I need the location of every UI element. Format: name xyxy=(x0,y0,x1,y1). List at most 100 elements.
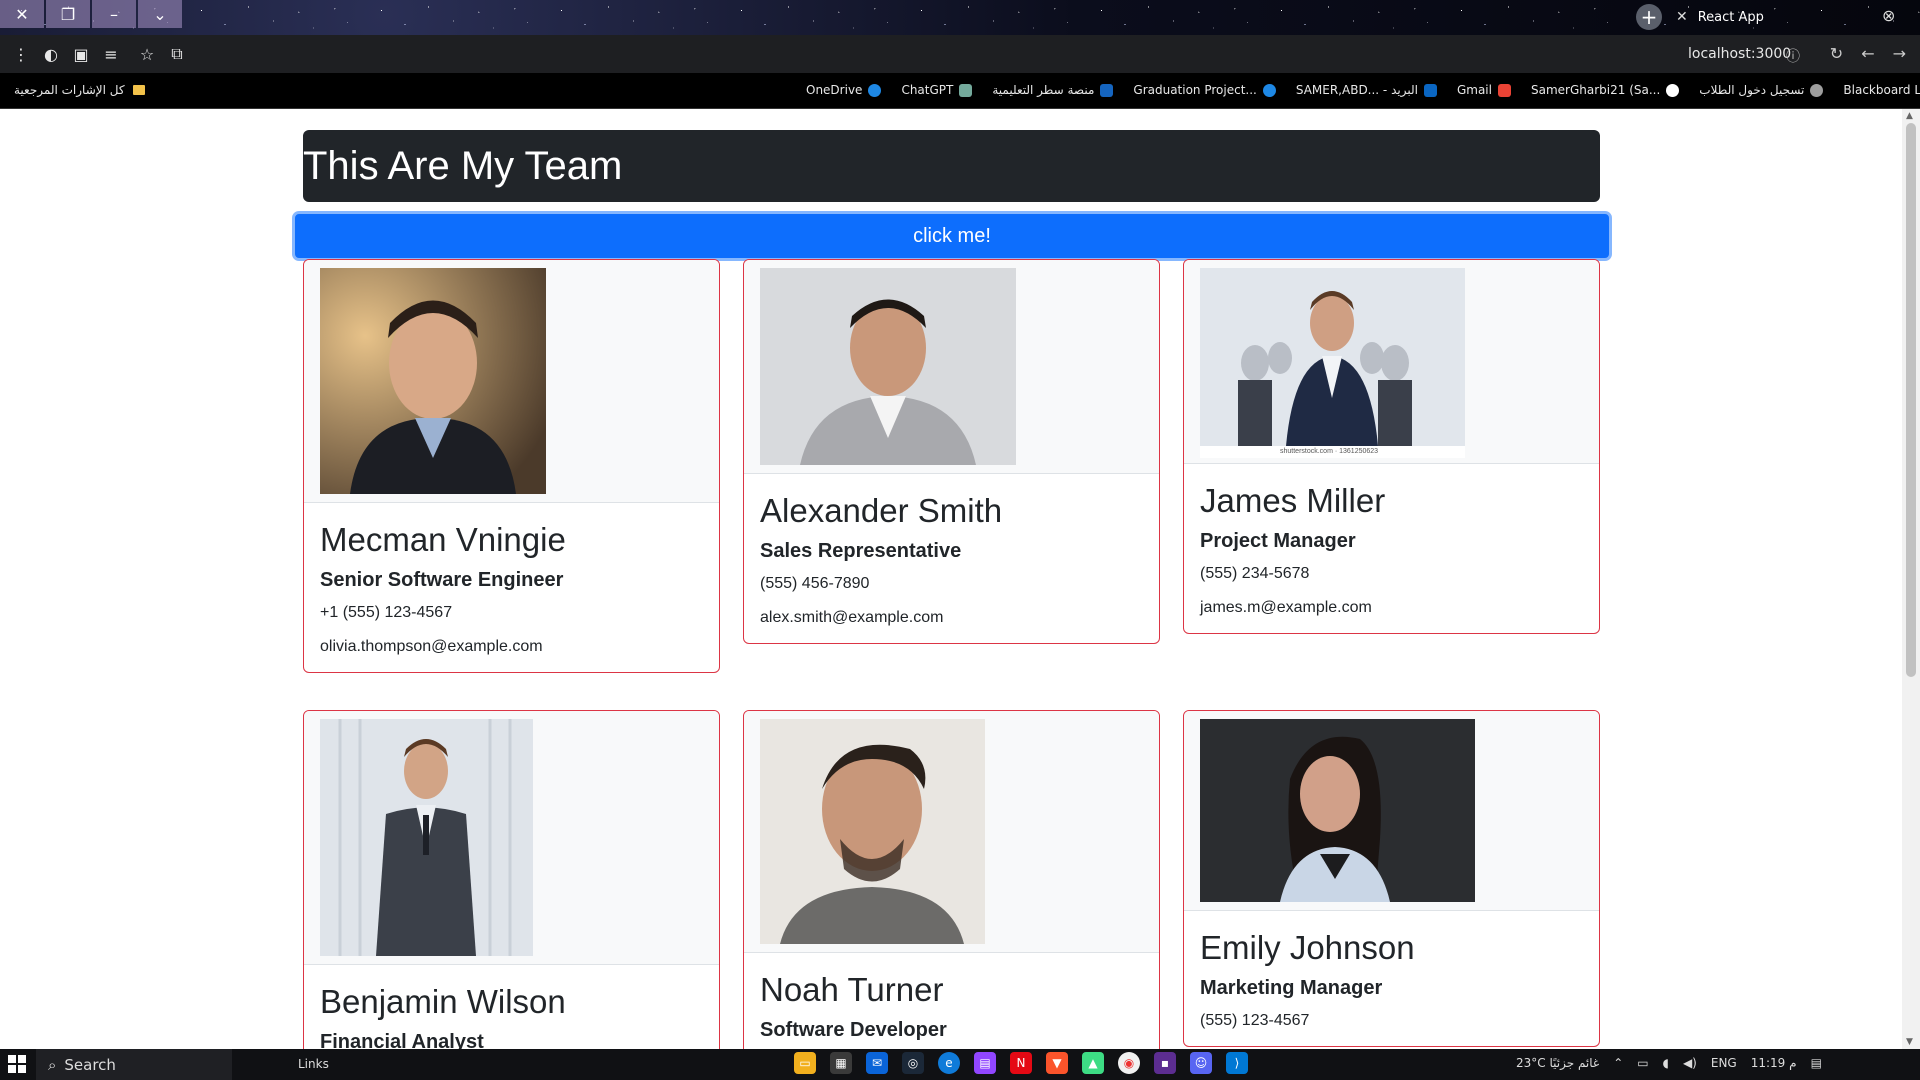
system-tray: 23°C غائم جزئيًا ⌃ ▭ ◖ ◀) ENG 11:19 م ▤ xyxy=(1516,1056,1822,1070)
member-name: Noah Turner xyxy=(760,971,944,1008)
card-image-area xyxy=(1184,711,1599,911)
team-card-james: shutterstock.com · 1361250623 James Mill… xyxy=(1183,259,1600,634)
click-me-button[interactable]: click me! xyxy=(292,211,1612,261)
close-icon[interactable]: ✕ xyxy=(0,0,44,28)
netflix-icon[interactable]: N xyxy=(1010,1052,1032,1074)
card-image-area xyxy=(304,260,719,503)
member-role: Financial Analyst xyxy=(320,1030,484,1049)
mail-icon[interactable]: ✉ xyxy=(866,1052,888,1074)
tabbar-background xyxy=(0,0,1920,35)
bookmark-chatgpt[interactable]: ChatGPT xyxy=(901,83,973,97)
bookmark-student-login[interactable]: تسجيل دخول الطلاب xyxy=(1699,83,1824,97)
bookmark-onedrive[interactable]: OneDrive xyxy=(806,83,882,97)
profile-icon[interactable]: ◐ xyxy=(36,45,66,64)
chevron-down-icon[interactable]: ⌄ xyxy=(138,0,182,28)
chevron-up-icon[interactable]: ⌃ xyxy=(1613,1056,1623,1070)
language-indicator[interactable]: ENG xyxy=(1711,1056,1737,1070)
member-email: olivia.thompson@example.com xyxy=(320,637,543,655)
edge-icon[interactable]: e xyxy=(938,1052,960,1074)
twitch-icon[interactable]: ▤ xyxy=(974,1052,996,1074)
card-image-area xyxy=(744,260,1159,474)
store-icon[interactable]: ▦ xyxy=(830,1052,852,1074)
tab-search-icon[interactable]: ⊗ xyxy=(1882,6,1895,25)
member-name: Emily Johnson xyxy=(1200,929,1415,966)
bookmark-label: SAMER,ABD... - البريد xyxy=(1295,83,1418,97)
team-card-emily: Emily Johnson Marketing Manager (555) 12… xyxy=(1183,710,1600,1047)
search-icon: ⌕ xyxy=(48,1055,57,1074)
taskbar-search[interactable]: ⌕ Search xyxy=(36,1049,232,1080)
back-icon[interactable]: ← xyxy=(1861,44,1874,63)
page-scrollbar[interactable]: ▲ ▼ xyxy=(1902,109,1920,1049)
clock[interactable]: 11:19 م xyxy=(1751,1056,1797,1070)
site-info-icon[interactable]: ⓘ xyxy=(1786,46,1800,66)
bookmark-list: OneDrive ChatGPT منصة سطر التعليمية Grad… xyxy=(806,83,1920,97)
android-studio-icon[interactable]: ▲ xyxy=(1082,1052,1104,1074)
file-explorer-icon[interactable]: ▭ xyxy=(794,1052,816,1074)
team-card-benjamin: Benjamin Wilson Financial Analyst xyxy=(303,710,720,1049)
profile-photo xyxy=(1200,719,1475,902)
profile-photo xyxy=(760,268,1016,465)
restore-icon[interactable]: ❐ xyxy=(46,0,90,28)
all-bookmarks-button[interactable]: كل الإشارات المرجعية xyxy=(14,83,145,97)
microphone-icon[interactable]: ◖ xyxy=(1663,1056,1669,1070)
bookmark-gmail[interactable]: Gmail xyxy=(1457,83,1511,97)
member-name: Alexander Smith xyxy=(760,492,1003,529)
bookmark-label: Blackboard Learn xyxy=(1843,83,1920,97)
card-body: Mecman Vningie Senior Software Engineer … xyxy=(304,503,719,672)
links-toolbar[interactable]: Links xyxy=(298,1057,329,1071)
team-card-alexander: Alexander Smith Sales Representative (55… xyxy=(743,259,1160,644)
all-bookmarks-label: كل الإشارات المرجعية xyxy=(14,83,125,97)
minimize-icon[interactable]: – xyxy=(92,0,136,28)
next-app-icon[interactable]: ▪ xyxy=(1154,1052,1176,1074)
vscode-icon[interactable]: ⟩ xyxy=(1226,1052,1248,1074)
tab-react-app[interactable]: ✕ React App xyxy=(1676,6,1764,28)
scroll-thumb[interactable] xyxy=(1906,123,1916,677)
weather-widget[interactable]: 23°C غائم جزئيًا xyxy=(1516,1056,1599,1070)
menu-dots-icon[interactable]: ⋮ xyxy=(6,45,36,64)
address-bar[interactable]: localhost:3000 xyxy=(1688,46,1791,62)
brave-icon[interactable]: ▼ xyxy=(1046,1052,1068,1074)
scroll-up-icon[interactable]: ▲ xyxy=(1906,111,1913,121)
reading-list-icon[interactable]: ≡ xyxy=(96,45,126,64)
page-title: This Are My Team xyxy=(303,130,1600,202)
page-viewport: This Are My Team click me! Mecman Vningi… xyxy=(0,109,1902,1049)
notifications-icon[interactable]: ▤ xyxy=(1811,1056,1822,1070)
reload-icon[interactable]: ↻ xyxy=(1830,44,1843,63)
member-name: James Miller xyxy=(1200,482,1386,519)
folder-icon xyxy=(132,85,145,95)
sidebar-icon[interactable]: ▣ xyxy=(66,45,96,64)
search-label: Search xyxy=(64,1055,116,1074)
bookmarks-bar: كل الإشارات المرجعية OneDrive ChatGPT من… xyxy=(0,73,1920,109)
new-tab-button[interactable]: + xyxy=(1636,4,1662,30)
browser-tab-bar: ✕ ❐ – ⌄ + ✕ React App ⊗ xyxy=(0,0,1920,35)
install-app-icon[interactable]: ⧉ xyxy=(162,44,192,64)
bookmark-satr[interactable]: منصة سطر التعليمية xyxy=(992,83,1114,97)
bookmark-blackboard[interactable]: Blackboard Learn xyxy=(1843,83,1920,97)
star-bookmark-icon[interactable]: ☆ xyxy=(132,45,162,64)
bookmark-graduation[interactable]: Graduation Project... xyxy=(1133,83,1276,97)
bookmark-label: منصة سطر التعليمية xyxy=(992,83,1095,97)
scroll-down-icon[interactable]: ▼ xyxy=(1906,1037,1913,1047)
card-body: Alexander Smith Sales Representative (55… xyxy=(744,474,1159,643)
bookmark-label: ChatGPT xyxy=(901,83,954,97)
bookmark-github[interactable]: SamerGharbi21 (Sa... xyxy=(1530,83,1680,97)
volume-icon[interactable]: ◀) xyxy=(1683,1056,1697,1070)
windows-start-icon[interactable] xyxy=(8,1055,26,1073)
bookmark-label: SamerGharbi21 (Sa... xyxy=(1530,83,1661,97)
bookmark-outlook[interactable]: SAMER,ABD... - البريد xyxy=(1296,83,1437,97)
member-phone: (555) 234-5678 xyxy=(1200,564,1310,582)
tab-close-icon[interactable]: ✕ xyxy=(1676,9,1688,25)
profile-photo xyxy=(320,719,533,956)
member-role: Software Developer xyxy=(760,1018,947,1041)
browser-toolbar: ⋮ ◐ ▣ ≡ ☆ ⧉ xyxy=(0,35,1920,73)
discord-icon[interactable]: ☺ xyxy=(1190,1052,1212,1074)
member-phone: (555) 456-7890 xyxy=(760,574,870,592)
member-email: alex.smith@example.com xyxy=(760,608,944,626)
grid-icon xyxy=(1100,83,1114,97)
chatgpt-icon xyxy=(959,83,973,97)
chrome-icon[interactable]: ◉ xyxy=(1118,1052,1140,1074)
steam-icon[interactable]: ◎ xyxy=(902,1052,924,1074)
forward-icon[interactable]: → xyxy=(1893,44,1906,63)
network-icon[interactable]: ▭ xyxy=(1637,1056,1648,1070)
bookmark-label: Gmail xyxy=(1456,83,1492,97)
